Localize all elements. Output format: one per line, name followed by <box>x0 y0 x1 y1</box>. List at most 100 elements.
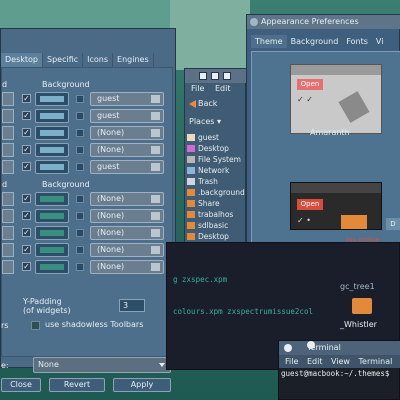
color-swatch[interactable] <box>35 192 69 206</box>
theme-combobox[interactable]: None <box>33 357 171 373</box>
row-toggle[interactable] <box>76 195 84 203</box>
menu-file[interactable]: File <box>191 84 204 93</box>
delete-button[interactable]: D <box>386 218 400 230</box>
ypadding-spinner[interactable]: 3 <box>119 299 145 312</box>
row-stub[interactable] <box>2 209 14 223</box>
theme-thumbnail-amaranth[interactable]: Open ✓ ✓ <box>290 64 382 134</box>
color-swatch[interactable] <box>35 209 69 223</box>
row-checkbox[interactable]: ✓ <box>22 262 31 271</box>
place-item[interactable]: File System <box>187 155 245 165</box>
row-checkbox[interactable]: ✓ <box>22 194 31 203</box>
close-button[interactable]: Close <box>1 378 41 392</box>
close-icon[interactable] <box>223 72 231 80</box>
maximize-button[interactable] <box>211 72 219 80</box>
theme-thumbnail-2[interactable]: Open ✓ • <box>290 182 382 230</box>
row-toggle[interactable] <box>76 146 84 154</box>
color-swatch[interactable] <box>35 243 69 257</box>
row-toggle[interactable] <box>76 95 84 103</box>
row-checkbox[interactable]: ✓ <box>22 145 31 154</box>
image-select[interactable]: (None) <box>90 126 164 140</box>
tab-specific[interactable]: Specific <box>43 53 84 67</box>
image-select[interactable]: guest <box>90 92 164 106</box>
file-browser-titlebar <box>185 69 247 83</box>
menu-edit[interactable]: Edit <box>215 84 231 93</box>
row-checkbox[interactable]: ✓ <box>22 245 31 254</box>
row-toggle[interactable] <box>76 229 84 237</box>
color-swatch[interactable] <box>35 160 69 174</box>
tab-engines[interactable]: Engines <box>113 53 154 67</box>
place-item[interactable]: Desktop <box>187 232 245 242</box>
tab-background[interactable]: Background <box>287 35 343 48</box>
folder-icon <box>187 200 195 207</box>
row-stub[interactable] <box>2 109 14 123</box>
place-item[interactable]: .backgrounds <box>187 188 245 198</box>
row-stub[interactable] <box>2 160 14 174</box>
terminal-menu-terminal[interactable]: Terminal <box>359 357 393 366</box>
color-swatch[interactable] <box>35 92 69 106</box>
color-row: ✓ (None) <box>2 226 172 240</box>
row-stub[interactable] <box>2 126 14 140</box>
row-checkbox[interactable]: ✓ <box>22 162 31 171</box>
terminal-menu-edit[interactable]: Edit <box>307 357 323 366</box>
image-select[interactable]: (None) <box>90 143 164 157</box>
revert-button[interactable]: Revert <box>49 378 105 392</box>
row-toggle[interactable] <box>76 129 84 137</box>
places-dropdown[interactable]: Places ▾ <box>189 117 221 126</box>
color-row: ✓ guest <box>2 109 172 123</box>
place-item[interactable]: trabalhos <box>187 210 245 220</box>
row-stub[interactable] <box>2 92 14 106</box>
image-select[interactable]: (None) <box>90 243 164 257</box>
row-toggle[interactable] <box>76 212 84 220</box>
terminal-menu-file[interactable]: File <box>285 357 298 366</box>
row-toggle[interactable] <box>76 112 84 120</box>
place-item[interactable]: Share <box>187 199 245 209</box>
place-label: Trash <box>198 177 218 186</box>
image-select[interactable]: guest <box>90 109 164 123</box>
terminal-menu-view[interactable]: View <box>331 357 350 366</box>
shadowless-checkbox[interactable] <box>31 321 40 330</box>
folder-icon[interactable] <box>352 298 372 314</box>
color-swatch[interactable] <box>35 260 69 274</box>
appearance-tab-bar: Theme Background Fonts Vi <box>251 35 387 48</box>
row-toggle[interactable] <box>76 246 84 254</box>
tab-desktop[interactable]: Desktop <box>1 53 43 67</box>
row-checkbox[interactable]: ✓ <box>22 128 31 137</box>
color-swatch[interactable] <box>35 143 69 157</box>
row-stub[interactable] <box>2 192 14 206</box>
row-checkbox[interactable]: ✓ <box>22 228 31 237</box>
tab-icons[interactable]: Icons <box>83 53 114 67</box>
tab-visual-effects[interactable]: Vi <box>372 35 388 48</box>
row-stub[interactable] <box>2 226 14 240</box>
row-checkbox[interactable]: ✓ <box>22 211 31 220</box>
place-item[interactable]: Desktop <box>187 144 245 154</box>
image-select[interactable]: (None) <box>90 260 164 274</box>
row-toggle[interactable] <box>76 263 84 271</box>
image-select-arrow-icon <box>151 146 160 154</box>
color-swatch[interactable] <box>35 109 69 123</box>
color-swatch[interactable] <box>35 126 69 140</box>
image-select[interactable]: (None) <box>90 209 164 223</box>
row-stub[interactable] <box>2 143 14 157</box>
place-item[interactable]: Trash <box>187 177 245 187</box>
image-select[interactable]: (None) <box>90 192 164 206</box>
back-button[interactable]: Back <box>189 99 217 108</box>
row-stub[interactable] <box>2 260 14 274</box>
place-item[interactable]: Network <box>187 166 245 176</box>
minimize-button[interactable] <box>199 72 207 80</box>
apply-button[interactable]: Apply <box>113 378 171 392</box>
row-checkbox[interactable]: ✓ <box>22 111 31 120</box>
row-stub[interactable] <box>2 243 14 257</box>
row-toggle[interactable] <box>76 163 84 171</box>
folder-icon <box>187 145 195 152</box>
col-header-background: Background <box>42 80 90 89</box>
color-swatch[interactable] <box>35 226 69 240</box>
place-item[interactable]: sdlbasic <box>187 221 245 231</box>
place-item[interactable]: guest <box>187 133 245 143</box>
image-select[interactable]: guest <box>90 160 164 174</box>
terminal-prompt[interactable]: guest@macbook:~/.themes$ <box>281 369 389 378</box>
image-select[interactable]: (None) <box>90 226 164 240</box>
tab-theme[interactable]: Theme <box>251 35 287 48</box>
tab-fonts[interactable]: Fonts <box>342 35 372 48</box>
terminal-close-icon[interactable] <box>284 344 292 352</box>
row-checkbox[interactable]: ✓ <box>22 94 31 103</box>
